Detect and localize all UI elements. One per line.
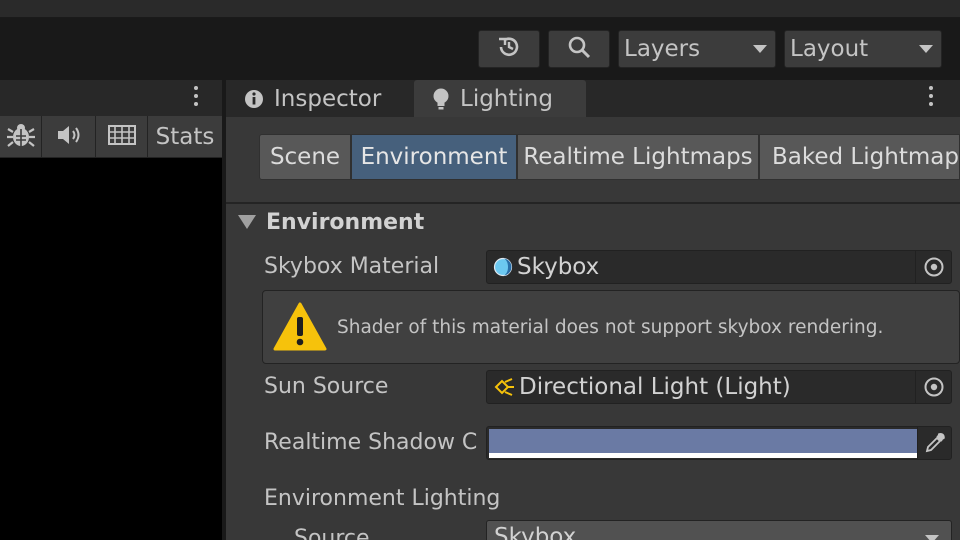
object-picker-button[interactable] xyxy=(915,371,951,403)
tab-scene[interactable]: Scene xyxy=(259,134,351,180)
warning-helpbox: Shader of this material does not support… xyxy=(262,290,960,364)
search-button[interactable] xyxy=(548,30,610,68)
sun-source-field[interactable]: Directional Light (Light) xyxy=(486,370,952,404)
layout-dropdown[interactable]: Layout xyxy=(784,30,942,68)
tab-realtime-lightmaps-label: Realtime Lightmaps xyxy=(523,144,753,170)
environment-foldout[interactable]: Environment xyxy=(238,208,424,236)
window-tabbar: Inspector Lighting xyxy=(226,80,960,117)
color-swatch[interactable] xyxy=(489,429,917,453)
layers-dropdown[interactable]: Layers xyxy=(618,30,776,68)
more-options-icon[interactable] xyxy=(929,86,933,110)
tab-inspector-label: Inspector xyxy=(274,85,382,112)
main-toolbar: Layers Layout xyxy=(0,18,960,80)
stats-button[interactable]: Stats xyxy=(148,116,222,158)
realtime-shadow-color-field[interactable] xyxy=(486,426,952,460)
environment-lighting-label: Environment Lighting xyxy=(264,486,501,511)
directional-light-icon xyxy=(493,376,515,398)
tab-environment[interactable]: Environment xyxy=(351,134,517,180)
warning-icon xyxy=(273,302,327,352)
speaker-icon xyxy=(55,123,83,151)
chevron-down-icon xyxy=(919,45,933,53)
grid-icon xyxy=(107,124,137,150)
title-strip xyxy=(0,0,960,18)
lighting-window: Inspector Lighting Scene Environment Rea… xyxy=(226,80,960,540)
stats-label: Stats xyxy=(155,124,215,150)
chevron-down-icon xyxy=(753,45,767,53)
section-title: Environment xyxy=(266,209,425,235)
lightbulb-icon xyxy=(432,87,450,111)
tab-lighting-label: Lighting xyxy=(460,85,553,112)
source-value: Skybox xyxy=(494,524,577,540)
alpha-bar xyxy=(489,453,917,458)
chevron-down-icon xyxy=(925,535,939,540)
gizmos-debug-button[interactable] xyxy=(0,116,42,158)
history-button[interactable] xyxy=(478,30,540,68)
game-view-panel: Stats xyxy=(0,80,222,540)
source-label: Source xyxy=(294,526,370,540)
eyedropper-button[interactable] xyxy=(917,427,951,459)
tab-inspector[interactable]: Inspector xyxy=(226,80,412,117)
realtime-shadow-color-label: Realtime Shadow C xyxy=(264,430,478,455)
skybox-material-value: Skybox xyxy=(517,254,600,280)
bug-icon xyxy=(6,120,36,154)
tab-lighting[interactable]: Lighting xyxy=(414,80,586,117)
foldout-arrow-icon xyxy=(238,215,256,229)
game-view-tabbar xyxy=(0,80,222,116)
sun-source-value: Directional Light (Light) xyxy=(519,374,791,400)
sun-source-label: Sun Source xyxy=(264,374,389,399)
section-divider xyxy=(226,202,960,204)
warning-message: Shader of this material does not support… xyxy=(337,316,884,338)
tab-baked-lightmaps[interactable]: Baked Lightmaps xyxy=(759,134,960,180)
game-view-toolbar: Stats xyxy=(0,116,222,158)
skybox-material-icon xyxy=(493,257,513,277)
eyedropper-icon xyxy=(924,432,946,454)
tab-realtime-lightmaps[interactable]: Realtime Lightmaps xyxy=(517,134,759,180)
tab-baked-lightmaps-label: Baked Lightmaps xyxy=(772,144,960,170)
object-picker-button[interactable] xyxy=(915,251,951,283)
skybox-material-field[interactable]: Skybox xyxy=(486,250,952,284)
history-icon xyxy=(496,34,522,64)
layout-label: Layout xyxy=(790,36,869,62)
layers-label: Layers xyxy=(624,36,701,62)
mute-audio-button[interactable] xyxy=(42,116,96,158)
search-icon xyxy=(566,34,592,64)
toggle-grid-button[interactable] xyxy=(96,116,148,158)
tab-environment-label: Environment xyxy=(360,144,508,170)
skybox-material-label: Skybox Material xyxy=(264,254,440,279)
info-icon xyxy=(244,89,264,109)
source-dropdown[interactable]: Skybox xyxy=(486,520,952,540)
tab-scene-label: Scene xyxy=(269,144,341,170)
more-options-icon[interactable] xyxy=(194,86,198,110)
